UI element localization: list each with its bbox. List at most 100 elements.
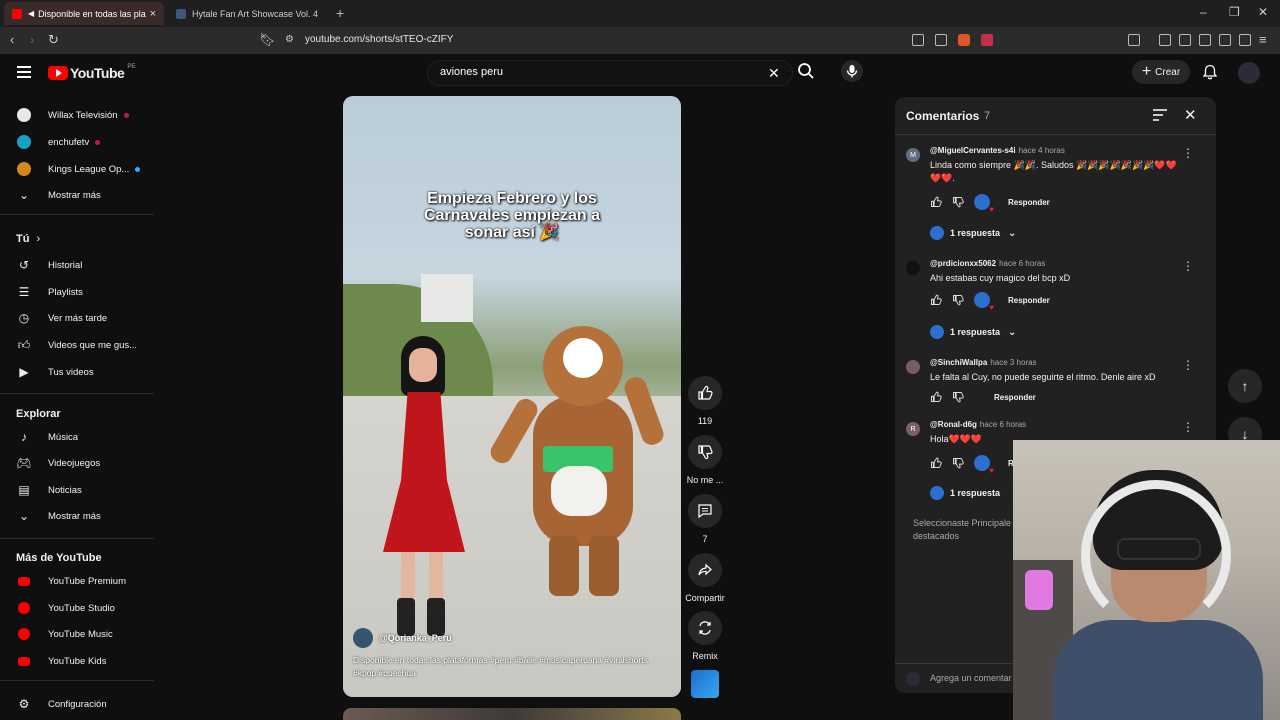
clear-search-icon[interactable]: ✕ (768, 65, 780, 82)
comment-author[interactable]: @Ronal-d6g (930, 420, 977, 429)
sidebar-item-playlists[interactable]: ☰ Playlists (0, 280, 154, 304)
search-icon[interactable] (797, 62, 815, 80)
more-options-icon[interactable]: ⋮ (1182, 420, 1194, 434)
sidebar-item-youtube-studio[interactable]: YouTube Studio (0, 596, 154, 620)
thumbs-down-icon (698, 445, 713, 460)
comments-button[interactable]: 7 (684, 494, 726, 544)
sidebar-toggle-icon[interactable] (1128, 34, 1140, 46)
sidebar-item-youtube-kids[interactable]: YouTube Kids (0, 649, 154, 673)
youtube-logo[interactable]: YouTube PE (48, 64, 135, 81)
browser-tab-inactive[interactable]: Hytale Fan Art Showcase Vol. 4 – Hytale (168, 2, 328, 25)
like-button[interactable]: 119 (684, 376, 726, 426)
close-icon[interactable]: ✕ (1184, 106, 1197, 124)
sidebar-channel-willax[interactable]: Willax Televisión (0, 103, 154, 127)
leo-icon[interactable] (1219, 34, 1231, 46)
thumbs-up-icon[interactable] (930, 196, 942, 208)
minimize-icon[interactable]: – (1200, 5, 1207, 19)
hamburger-menu-icon[interactable] (17, 66, 31, 78)
share-page-icon[interactable] (935, 34, 947, 46)
thumbs-down-icon[interactable] (952, 457, 964, 469)
chevron-down-icon: ⌄ (1008, 326, 1017, 338)
reload-icon[interactable]: ↻ (48, 32, 59, 48)
site-info-icon[interactable]: ⚙ (285, 34, 294, 45)
more-options-icon[interactable]: ⋮ (1182, 358, 1194, 372)
comment-time[interactable]: hace 4 horas (1019, 146, 1065, 155)
browser-menu-icon[interactable]: ≡ (1259, 32, 1267, 47)
you-section-title[interactable]: Tú › (16, 233, 40, 245)
comment-avatar[interactable] (906, 360, 920, 374)
comment-time[interactable]: hace 3 horas (990, 358, 1036, 367)
vpn-icon[interactable] (1239, 34, 1251, 46)
show-more-subscriptions[interactable]: ⌄ Mostrar más (0, 183, 154, 207)
more-options-icon[interactable]: ⋮ (1182, 146, 1194, 160)
media-icon[interactable] (1159, 34, 1171, 46)
sidebar-channel-enchufetv[interactable]: enchufetv (0, 130, 154, 154)
creator-avatar (930, 226, 944, 240)
sidebar-item-history[interactable]: ↺ Historial (0, 253, 154, 277)
show-more-explore[interactable]: ⌄ Mostrar más (0, 504, 154, 528)
close-window-icon[interactable]: ✕ (1258, 5, 1268, 19)
new-tab-icon[interactable]: + (336, 5, 344, 21)
sidebar-item-youtube-premium[interactable]: YouTube Premium (0, 569, 154, 593)
video-channel[interactable]: @Qorianka_Perú (353, 628, 452, 648)
thumbs-down-icon[interactable] (952, 196, 964, 208)
remix-button[interactable]: Remix (684, 611, 726, 661)
bookmark-icon[interactable]: 🔖︎ (259, 32, 276, 48)
replies-toggle[interactable]: 1 respuesta ⌄ (930, 226, 1016, 240)
reader-icon[interactable] (1179, 34, 1191, 46)
reply-button[interactable]: Responder (1008, 198, 1050, 207)
wallet-icon[interactable] (1199, 34, 1211, 46)
comment-avatar[interactable] (906, 261, 920, 275)
sidebar-item-your-videos[interactable]: ▶ Tus videos (0, 360, 154, 384)
search-input[interactable] (440, 66, 760, 78)
share-button[interactable]: Compartir (684, 553, 726, 603)
rewards-icon[interactable] (981, 34, 993, 46)
forward-icon[interactable]: › (30, 32, 34, 47)
sidebar-item-gaming[interactable]: 🎮︎ Videojuegos (0, 451, 154, 475)
replies-toggle[interactable]: 1 respuesta (930, 486, 1000, 500)
video-description[interactable]: Disponible en todas las plataformas #per… (353, 654, 663, 680)
comment-author[interactable]: @prdicionxx5062 (930, 259, 996, 268)
thumbs-up-icon[interactable] (930, 457, 942, 469)
next-short-preview[interactable] (343, 708, 681, 720)
more-options-icon[interactable]: ⋮ (1182, 259, 1194, 273)
close-tab-icon[interactable]: × (150, 8, 156, 20)
thumbs-up-icon[interactable] (930, 391, 942, 403)
comment-avatar[interactable]: M (906, 148, 920, 162)
sidebar-item-watch-later[interactable]: ◷ Ver más tarde (0, 306, 154, 330)
microphone-icon[interactable] (841, 60, 863, 82)
add-comment-input[interactable]: Agrega un comentar (930, 673, 1012, 683)
comment-time[interactable]: hace 6 horas (980, 420, 1026, 429)
sidebar-item-news[interactable]: ▤ Noticias (0, 478, 154, 502)
replies-toggle[interactable]: 1 respuesta ⌄ (930, 325, 1016, 339)
brave-shield-icon[interactable] (958, 34, 970, 46)
reply-button[interactable]: Responder (1008, 296, 1050, 305)
url-text[interactable]: youtube.com/shorts/stTEO-cZIFY (305, 34, 453, 45)
comment-author[interactable]: @MiguelCervantes-s4i (930, 146, 1016, 155)
speaker-icon[interactable]: ◀ (28, 9, 34, 18)
sidebar-channel-kings-league[interactable]: Kings League Op... (0, 157, 154, 181)
sound-thumbnail[interactable] (684, 670, 726, 698)
short-video-player[interactable]: Empieza Febrero y los Carnavales empieza… (343, 96, 681, 697)
previous-short-button[interactable]: ↑ (1228, 369, 1262, 403)
sidebar-item-settings[interactable]: ⚙ Configuración (0, 692, 154, 716)
browser-tab-active[interactable]: ◀ Disponible en todas las plataformas × (4, 2, 164, 25)
back-icon[interactable]: ‹ (10, 32, 14, 47)
notifications-bell-icon[interactable] (1202, 64, 1218, 80)
thumbs-up-icon[interactable] (930, 294, 942, 306)
cast-icon[interactable] (912, 34, 924, 46)
sort-icon[interactable] (1153, 109, 1167, 121)
reply-button[interactable]: Responder (994, 393, 1036, 402)
comment-author[interactable]: @SinchiWallpa (930, 358, 987, 367)
comment-time[interactable]: hace 6 horas (999, 259, 1045, 268)
sidebar-item-music[interactable]: ♪ Música (0, 425, 154, 449)
thumbs-down-icon[interactable] (952, 391, 964, 403)
create-button[interactable]: + Crear (1132, 60, 1190, 84)
maximize-icon[interactable]: ❐ (1229, 5, 1240, 19)
user-avatar[interactable] (1238, 62, 1260, 84)
thumbs-down-icon[interactable] (952, 294, 964, 306)
sidebar-item-liked-videos[interactable]: 👍︎ Videos que me gus... (0, 333, 154, 357)
dislike-button[interactable]: No me ... (684, 435, 726, 485)
comment-avatar[interactable]: R (906, 422, 920, 436)
sidebar-item-youtube-music[interactable]: YouTube Music (0, 622, 154, 646)
